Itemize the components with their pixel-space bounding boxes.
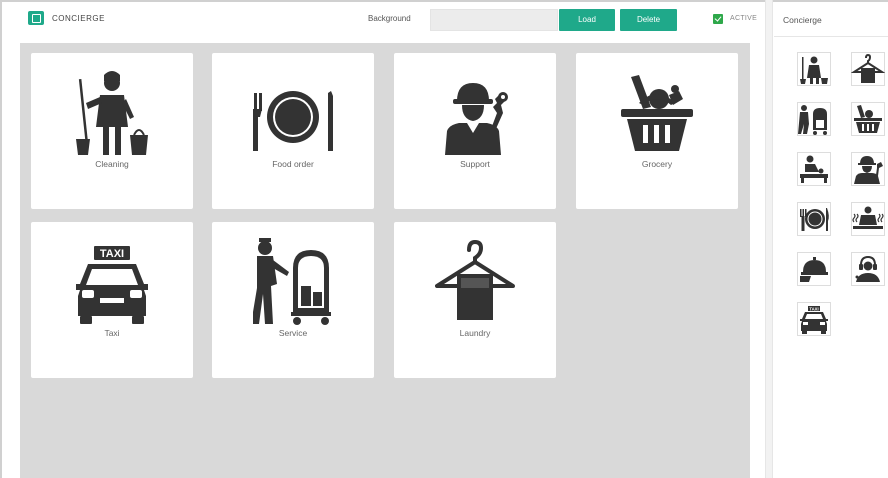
background-input[interactable] xyxy=(430,9,558,31)
tile-label: Food order xyxy=(272,159,314,169)
panel-divider[interactable] xyxy=(765,0,773,478)
delete-button[interactable]: Delete xyxy=(620,9,677,31)
thumb-service-icon[interactable] xyxy=(797,102,831,136)
tile-label: Taxi xyxy=(104,328,120,338)
service-icon xyxy=(253,238,331,325)
thumb-support-icon[interactable] xyxy=(851,152,885,186)
thumb-taxi-icon[interactable]: TAXI xyxy=(797,302,831,336)
grocery-icon xyxy=(621,75,693,151)
thumb-operator-icon[interactable] xyxy=(851,252,885,286)
tile-grocery[interactable]: Grocery xyxy=(576,53,738,209)
taxi-icon: TAXI xyxy=(76,246,148,324)
panel-title: Concierge xyxy=(783,15,822,25)
cleaning-icon xyxy=(76,71,148,155)
tile-label: Service xyxy=(278,328,308,338)
thumb-cleaning-icon[interactable] xyxy=(797,52,831,86)
tile-support[interactable]: Support xyxy=(394,53,556,209)
app-title: CONCIERGE xyxy=(52,14,105,23)
support-icon xyxy=(445,83,508,155)
laundry-icon xyxy=(435,239,515,320)
active-label: ACTIVE xyxy=(730,15,758,22)
load-button[interactable]: Load xyxy=(559,9,615,31)
tile-label: Laundry xyxy=(459,328,491,338)
tile-taxi[interactable]: TAXI Taxi xyxy=(31,222,193,378)
food-order-icon xyxy=(253,91,333,151)
tile-label: Cleaning xyxy=(95,159,129,169)
concierge-canvas: Cleaning Food order Support Grocery TAXI… xyxy=(20,43,750,478)
tile-label: Support xyxy=(460,159,490,169)
thumb-room-service-icon[interactable] xyxy=(797,252,831,286)
thumb-taxi-sign-text: TAXI xyxy=(809,306,818,311)
thumb-grocery-icon[interactable] xyxy=(851,102,885,136)
tile-cleaning[interactable]: Cleaning xyxy=(31,53,193,209)
thumb-laundry-icon[interactable] xyxy=(850,52,886,86)
tile-laundry[interactable]: Laundry xyxy=(394,222,556,378)
thumb-food-order-icon[interactable] xyxy=(797,202,831,236)
active-checkbox[interactable] xyxy=(713,14,723,24)
panel-separator xyxy=(774,36,888,37)
tile-service[interactable]: Service xyxy=(212,222,374,378)
tile-food-order[interactable]: Food order xyxy=(212,53,374,209)
background-label: Background xyxy=(368,14,411,23)
thumb-massage-icon[interactable] xyxy=(797,152,831,186)
thumb-spa-icon[interactable] xyxy=(851,202,885,236)
taxi-sign-text: TAXI xyxy=(100,248,124,260)
tile-label: Grocery xyxy=(641,159,673,169)
top-bar: CONCIERGE Background Load Delete ACTIVE xyxy=(8,8,760,34)
concierge-logo-icon xyxy=(28,11,44,25)
